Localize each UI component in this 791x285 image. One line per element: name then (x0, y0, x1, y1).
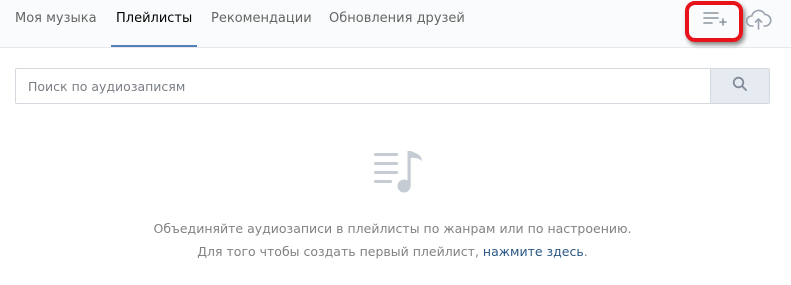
music-page: Моя музыка Плейлисты Рекомендации Обновл… (0, 0, 791, 285)
search-input[interactable] (16, 69, 710, 103)
cloud-upload-icon (745, 8, 773, 34)
empty-state-description: Объединяйте аудиозаписи в плейлисты по ж… (153, 221, 632, 236)
tab-friends-updates[interactable]: Обновления друзей (329, 0, 465, 48)
tab-bar: Моя музыка Плейлисты Рекомендации Обновл… (0, 0, 791, 48)
search-button[interactable] (710, 69, 769, 103)
music-list-icon (372, 148, 426, 200)
upload-audio-button[interactable] (741, 6, 777, 36)
add-playlist-icon (703, 11, 727, 31)
search-icon (732, 76, 748, 96)
add-playlist-button[interactable] (697, 6, 733, 36)
active-tab-indicator (111, 45, 197, 47)
create-hint-suffix: . (583, 244, 588, 259)
tab-my-music[interactable]: Моя музыка (15, 0, 97, 48)
tab-playlists[interactable]: Плейлисты (116, 0, 192, 48)
search-bar (15, 68, 770, 104)
create-hint-text: Для того чтобы создать первый плейлист, (197, 244, 483, 259)
create-playlist-link[interactable]: нажмите здесь (483, 244, 584, 259)
tab-recommendations[interactable]: Рекомендации (211, 0, 312, 48)
empty-state-create-hint: Для того чтобы создать первый плейлист, … (0, 244, 785, 259)
